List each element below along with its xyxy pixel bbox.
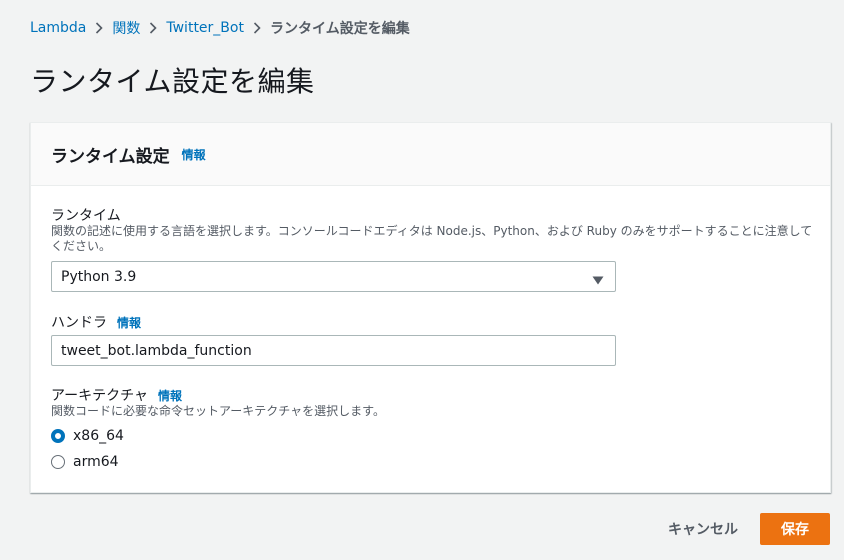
architecture-info-link[interactable]: 情報	[158, 387, 182, 404]
radio-arm64[interactable]: arm64	[51, 454, 119, 470]
architecture-label: アーキテクチャ 情報	[51, 385, 182, 405]
radio-x86-64-label: x86_64	[73, 428, 124, 444]
save-button[interactable]: 保存	[760, 513, 830, 545]
panel-header: ランタイム設定 情報	[31, 123, 830, 186]
runtime-description: 関数の記述に使用する言語を選択します。コンソールコードエディタは Node.js…	[51, 224, 813, 253]
breadcrumb-current: ランタイム設定を編集	[269, 21, 410, 37]
radio-arm64-label: arm64	[73, 454, 119, 470]
runtime-label: ランタイム	[51, 208, 121, 224]
handler-input[interactable]	[51, 335, 616, 366]
chevron-right-icon	[140, 22, 166, 34]
handler-info-link[interactable]: 情報	[117, 314, 141, 331]
chevron-right-icon	[86, 22, 112, 34]
caret-down-icon	[592, 273, 604, 289]
page-title: ランタイム設定を編集	[30, 65, 315, 98]
breadcrumb: Lambda 関数 Twitter_Bot ランタイム設定を編集	[30, 17, 410, 39]
panel-title: ランタイム設定	[51, 146, 170, 167]
architecture-description: 関数コードに必要な命令セットアーキテクチャを選択します。	[51, 404, 385, 418]
radio-unchecked-icon	[51, 455, 65, 469]
radio-x86-64[interactable]: x86_64	[51, 428, 124, 444]
runtime-settings-panel: ランタイム設定 情報 ランタイム 関数の記述に使用する言語を選択します。コンソー…	[30, 122, 831, 493]
radio-checked-icon	[51, 429, 65, 443]
cancel-button[interactable]: キャンセル	[653, 513, 753, 545]
runtime-settings-info-link[interactable]: 情報	[182, 146, 206, 163]
handler-label-text: ハンドラ	[51, 315, 107, 331]
breadcrumb-twitter-bot[interactable]: Twitter_Bot	[166, 20, 244, 36]
handler-label: ハンドラ 情報	[51, 312, 141, 332]
breadcrumb-functions[interactable]: 関数	[112, 18, 140, 38]
chevron-right-icon	[244, 22, 270, 34]
breadcrumb-lambda[interactable]: Lambda	[30, 20, 86, 36]
runtime-select[interactable]: Python 3.9	[51, 261, 616, 292]
architecture-label-text: アーキテクチャ	[51, 388, 149, 404]
runtime-select-value: Python 3.9	[61, 268, 137, 285]
